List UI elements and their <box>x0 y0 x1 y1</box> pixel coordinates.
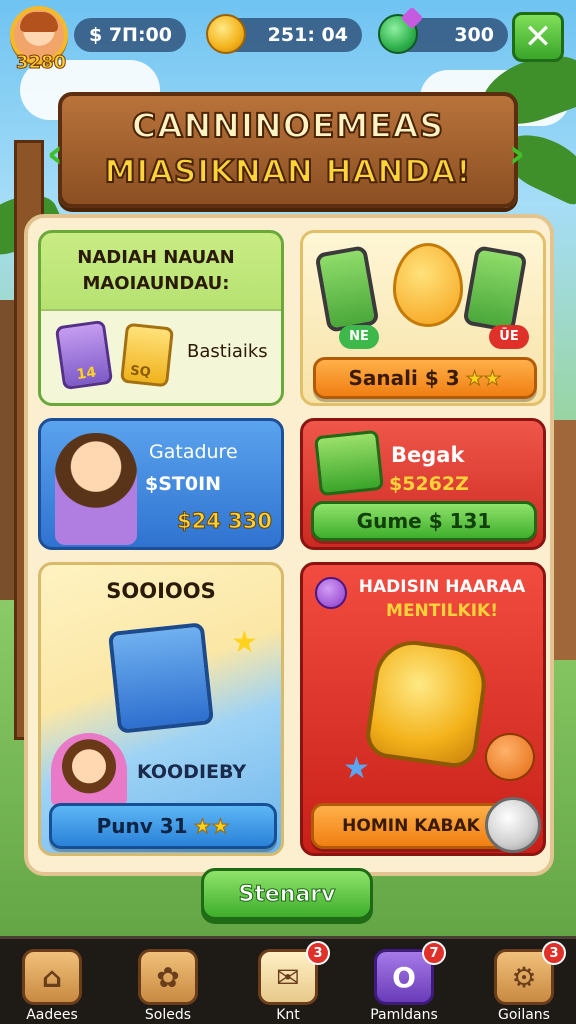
vase-buy-button[interactable]: HOMIN KABAK <box>311 803 511 849</box>
nav-label-soleds: Soleds <box>144 1007 192 1023</box>
rewards-item-label: Bastiaiks <box>187 341 268 362</box>
nav-label-pamldans: Pamldans <box>370 1007 438 1023</box>
box-buy-button[interactable]: Gume $ 131 <box>311 501 537 541</box>
knt-badge: 3 <box>306 941 330 965</box>
vase-buy-label: HOMIN KABAK <box>342 816 480 836</box>
vase-card[interactable]: HADISIN HAARAA MENTILKIK! ★ HOMIN KABAK <box>300 562 546 856</box>
phone-left-icon <box>314 245 380 333</box>
star-sparkle-icon: ★ <box>343 751 370 786</box>
nav-item-pamldans[interactable]: O 7 Pamldans <box>354 941 454 1024</box>
silver-coin-icon <box>485 797 541 853</box>
box-card[interactable]: Begak $5262Z Gume $ 131 <box>300 418 546 550</box>
balloon-face-icon <box>393 243 463 327</box>
title-banner: CANNINOEMEAS MIASIKNAN HANDA! <box>58 92 518 208</box>
player-level: 3280 <box>15 52 67 74</box>
pamldans-badge: 7 <box>422 941 446 965</box>
coin-icon <box>206 14 246 54</box>
banner-title-line2: MIASIKNAN HANDA! <box>104 153 472 191</box>
phone-left-tag: NE <box>339 325 379 349</box>
cash-counter: $ 7Π:00 <box>74 18 186 52</box>
purple-card-label: 14 <box>75 364 98 384</box>
bottom-nav: ⌂ Aadees ✿ Soleds ✉ 3 Knt O 7 Pamldans ⚙… <box>0 936 576 1024</box>
rewards-card[interactable]: NADIAH NAUAN MAOIAUNDAU: 14 SQ Bastiaiks <box>38 230 284 406</box>
gem-icon <box>378 14 418 54</box>
gem-value: 300 <box>454 24 494 46</box>
phone-right-icon <box>462 245 528 333</box>
settings-badge: 3 <box>542 941 566 965</box>
phones-buy-button[interactable]: Sanali $ 3 ★★ <box>313 357 537 399</box>
chest-label: KOODIEBY <box>137 761 247 783</box>
flower-icon: ✿ <box>138 949 198 1005</box>
rewards-title: NADIAH NAUAN MAOIAUNDAU: <box>77 247 235 294</box>
arrow-left-icon[interactable]: ‹ <box>38 131 72 177</box>
character-portrait <box>55 433 137 545</box>
chest-card[interactable]: SOOIOOS ★ KOODIEBY Punv 31 ★★ <box>38 562 284 856</box>
nav-item-settings[interactable]: ⚙ 3 Goilans <box>474 941 574 1024</box>
box-buy-label: Gume $ 131 <box>356 509 492 533</box>
close-button[interactable]: ✕ <box>512 12 564 62</box>
banner-title-line1: CANNINOEMEAS <box>131 105 445 146</box>
cash-value: $ 7Π:00 <box>89 24 172 46</box>
box-price: $5262Z <box>389 473 469 495</box>
vase-title-line1: HADISIN HAARAA <box>358 577 526 597</box>
treasure-chest-icon <box>107 622 215 734</box>
nav-label-home: Aadees <box>26 1007 78 1023</box>
phone-right-tag: ŪE <box>489 325 529 349</box>
nav-label-knt: Knt <box>276 1007 300 1023</box>
scenario-button[interactable]: Stenarv <box>201 868 373 920</box>
green-box-icon <box>314 429 384 497</box>
chest-sparkle-icon: ★ <box>231 625 258 660</box>
phones-buy-label: Sanali $ 3 <box>348 366 460 390</box>
nav-item-home[interactable]: ⌂ Aadees <box>2 945 102 1024</box>
close-icon: ✕ <box>523 17 553 57</box>
character-amount: $24 330 <box>177 509 273 534</box>
nav-label-settings: Goilans <box>498 1007 550 1023</box>
box-title: Begak <box>391 443 465 467</box>
chest-title: SOOIOOS <box>106 579 216 603</box>
chest-buy-button[interactable]: Punv 31 ★★ <box>49 803 277 849</box>
coin-value: 251: 04 <box>267 24 348 46</box>
character-card[interactable]: Gatadure $ST0IN $24 330 <box>38 418 284 550</box>
purple-card-icon: 14 <box>54 319 114 391</box>
gold-card-label: SQ <box>129 363 152 381</box>
chest-stars-icon: ★★ <box>193 814 230 839</box>
golden-vase-icon <box>363 635 491 771</box>
gold-card-icon: SQ <box>119 322 175 388</box>
phones-stars-icon: ★★ <box>465 366 502 391</box>
nav-item-knt[interactable]: ✉ 3 Knt <box>238 941 338 1024</box>
shop-panel: NADIAH NAUAN MAOIAUNDAU: 14 SQ Bastiaiks… <box>24 214 554 876</box>
purple-orb-icon <box>315 577 347 609</box>
scenario-button-label: Stenarv <box>238 881 336 907</box>
character-name: Gatadure <box>149 441 238 463</box>
vase-title-line2: MENTILKIK! <box>386 601 498 621</box>
orange-blob-icon <box>485 733 535 781</box>
nav-item-soleds[interactable]: ✿ Soleds <box>118 945 218 1024</box>
character-price: $ST0IN <box>145 473 222 495</box>
top-hud: 3280 $ 7Π:00 251: 04 300 ✕ <box>0 0 576 78</box>
home-icon: ⌂ <box>22 949 82 1005</box>
phones-card[interactable]: NE ŪE Sanali $ 3 ★★ <box>300 230 546 406</box>
chest-buy-label: Punv 31 <box>96 814 188 838</box>
girl-avatar <box>51 733 127 807</box>
arrow-right-icon[interactable]: › <box>500 131 534 177</box>
